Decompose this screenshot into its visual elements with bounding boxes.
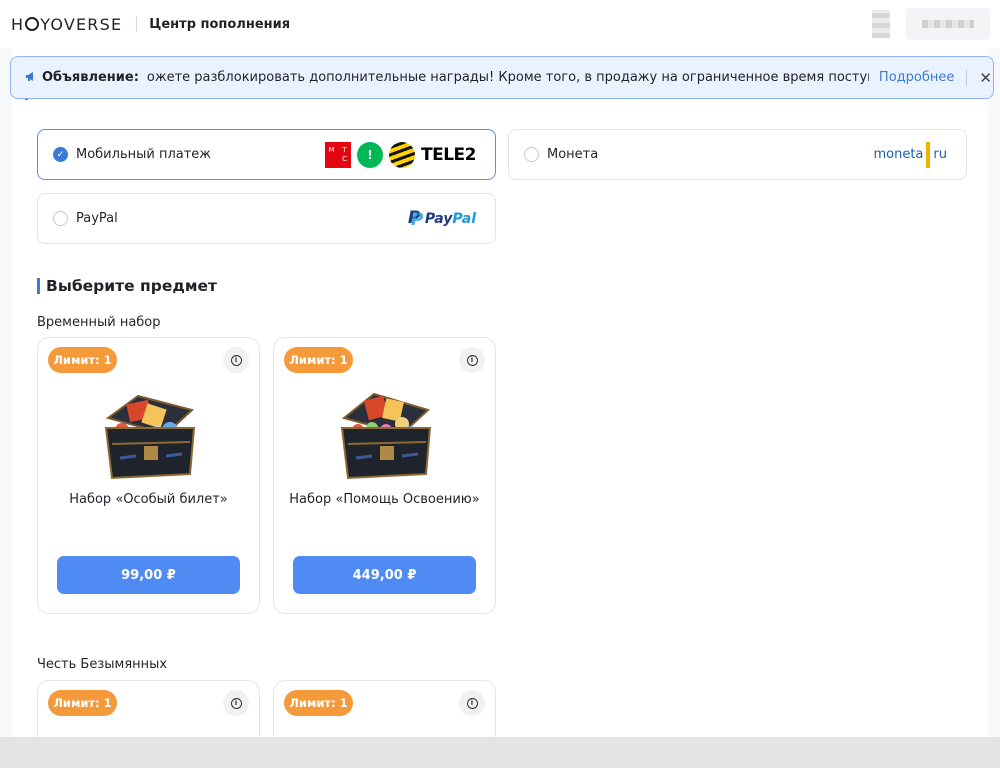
payment-mobile[interactable]: Мобильный платеж МТС ! TELE2 xyxy=(37,129,496,180)
moneta-logo: moneta ru xyxy=(873,141,947,168)
info-icon[interactable]: i xyxy=(223,347,249,373)
radio-icon[interactable] xyxy=(524,147,539,162)
user-name-blurred xyxy=(922,20,974,28)
payment-paypal-label: PayPal xyxy=(76,211,118,226)
limit-badge: Лимит: 1 xyxy=(48,690,117,716)
avatar[interactable] xyxy=(872,10,890,38)
item-name: Набор «Помощь Освоению» xyxy=(289,492,480,507)
payment-moneta-label: Монета xyxy=(547,147,599,162)
announcement-bar: Объявление: ожете разблокировать дополни… xyxy=(10,56,994,99)
item-name: Набор «Особый билет» xyxy=(69,492,228,507)
select-item-title: Выберите предмет xyxy=(37,276,217,296)
limit-badge: Лимит: 1 xyxy=(284,347,353,373)
radio-icon[interactable] xyxy=(53,211,68,226)
item-card[interactable]: Лимит: 1 i Набор «Особый билет» 99,00 ₽ xyxy=(37,337,260,614)
paypal-logo: PayPal xyxy=(408,208,476,230)
announcement-label: Объявление: xyxy=(42,70,139,85)
tele2-logo: TELE2 xyxy=(421,144,476,165)
chest-image xyxy=(340,392,432,480)
info-icon[interactable]: i xyxy=(459,347,485,373)
item-card[interactable]: Лимит: 1 i Набор «Помощь Освоению» 449,0… xyxy=(273,337,496,614)
chest-image xyxy=(104,394,196,480)
check-icon[interactable] xyxy=(53,147,68,162)
group-label: Временный набор xyxy=(37,315,161,330)
announcement-text: ожете разблокировать дополнительные нагр… xyxy=(146,70,869,85)
hoyoverse-logo[interactable]: H YOVERSE xyxy=(11,15,122,34)
limit-badge: Лимит: 1 xyxy=(284,690,353,716)
mobile-operator-logos: МТС ! TELE2 xyxy=(325,141,476,168)
paypal-icon xyxy=(408,208,423,230)
header-divider xyxy=(136,16,138,32)
info-icon[interactable]: i xyxy=(223,690,249,716)
limit-badge: Лимит: 1 xyxy=(48,347,117,373)
mts-logo: МТС xyxy=(325,141,352,168)
beeline-logo xyxy=(389,141,416,168)
user-menu[interactable] xyxy=(906,8,990,40)
megafon-logo: ! xyxy=(357,141,384,168)
payment-paypal[interactable]: PayPal PayPal xyxy=(37,193,496,244)
logo-ring-icon xyxy=(25,17,40,31)
megaphone-icon xyxy=(25,71,37,85)
payment-mobile-label: Мобильный платеж xyxy=(76,147,212,162)
top-header: H YOVERSE Центр пополнения xyxy=(0,0,1000,48)
group-label: Честь Безымянных xyxy=(37,657,168,672)
payment-moneta[interactable]: Монета moneta ru xyxy=(508,129,967,180)
announcement-more-link[interactable]: Подробнее xyxy=(879,70,954,85)
buy-button[interactable]: 449,00 ₽ xyxy=(293,556,476,594)
announcement-divider xyxy=(966,69,968,86)
info-icon[interactable]: i xyxy=(459,690,485,716)
close-icon[interactable]: ✕ xyxy=(979,69,992,87)
bottom-overlay xyxy=(0,737,1000,768)
buy-button[interactable]: 99,00 ₽ xyxy=(57,556,240,594)
page-title: Центр пополнения xyxy=(149,16,291,32)
